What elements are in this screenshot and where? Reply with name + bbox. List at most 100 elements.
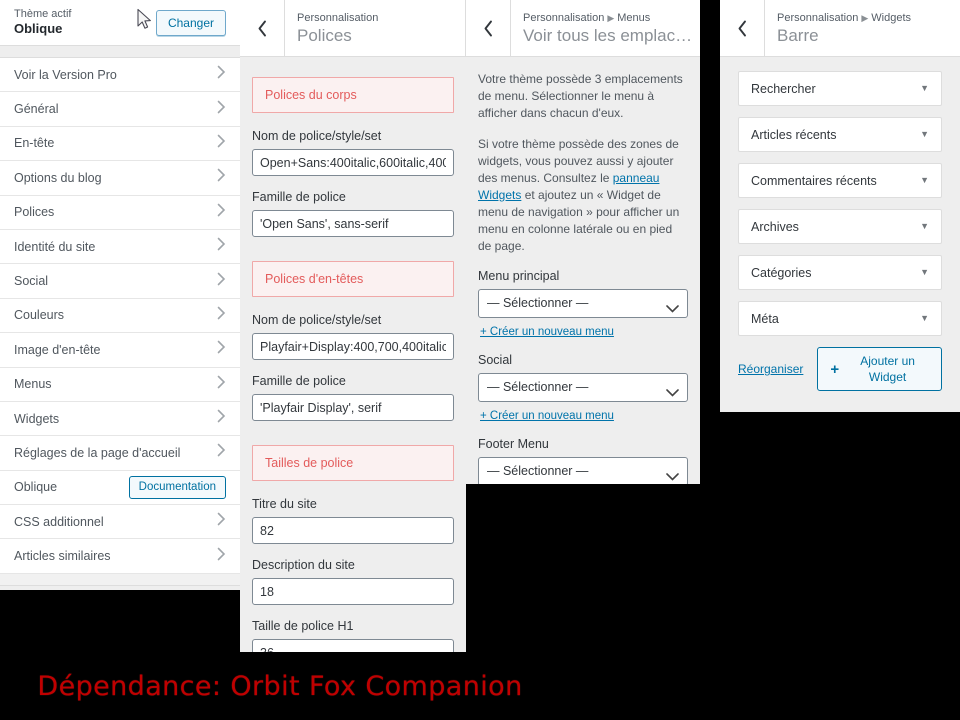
menu-select-wrapper: — Sélectionner — bbox=[478, 289, 688, 318]
polices-panel-header: Personnalisation Polices bbox=[240, 0, 466, 57]
add-widget-label: Ajouter un Widget bbox=[860, 354, 915, 384]
field-label: Famille de police bbox=[252, 190, 346, 204]
body-font-family-input[interactable] bbox=[252, 210, 454, 237]
menu-location-group: Menu principal — Sélectionner — + Créer … bbox=[478, 269, 688, 353]
sidebar-item-en-tete[interactable]: En-tête bbox=[0, 127, 240, 162]
widget-label: Archives bbox=[751, 219, 799, 234]
caret-down-icon: ▼ bbox=[920, 129, 929, 139]
sidebar-item-voir-la-version-pro[interactable]: Voir la Version Pro bbox=[0, 58, 240, 93]
sidebar-item-label: Polices bbox=[14, 205, 55, 220]
widget-item-meta[interactable]: Méta ▼ bbox=[738, 301, 942, 336]
chevron-left-icon bbox=[257, 20, 268, 37]
field-label: Famille de police bbox=[252, 374, 346, 388]
breadcrumb: Personnalisation ▶ Widgets bbox=[777, 11, 911, 25]
chevron-left-icon bbox=[737, 20, 748, 37]
widget-item-categories[interactable]: Catégories ▼ bbox=[738, 255, 942, 290]
section-header-polices-du-corps[interactable]: Polices du corps bbox=[252, 77, 454, 113]
sidebar-item-label: Identité du site bbox=[14, 239, 96, 254]
widget-label: Commentaires récents bbox=[751, 173, 877, 188]
sidebar-item-label: Menus bbox=[14, 377, 52, 392]
heading-font-family-input[interactable] bbox=[252, 394, 454, 421]
chevron-left-icon bbox=[483, 20, 494, 37]
sidebar-item-reglages-de-la-page-d-accueil[interactable]: Réglages de la page d'accueil bbox=[0, 436, 240, 471]
active-theme-name: Oblique bbox=[14, 21, 63, 36]
widget-item-rechercher[interactable]: Rechercher ▼ bbox=[738, 71, 942, 106]
sidebar-item-label: Options du blog bbox=[14, 170, 102, 185]
chevron-right-icon bbox=[217, 306, 226, 325]
menus-panel-body: Votre thème possède 3 emplacements de me… bbox=[466, 57, 700, 484]
site-description-size-input[interactable] bbox=[252, 578, 454, 605]
sidebar-item-articles-similaires[interactable]: Articles similaires bbox=[0, 539, 240, 574]
sidebar-footer-strip bbox=[0, 573, 240, 586]
body-font-name-input[interactable] bbox=[252, 149, 454, 176]
caret-down-icon: ▼ bbox=[920, 267, 929, 277]
polices-panel: Personnalisation Polices Polices du corp… bbox=[240, 0, 466, 652]
h1-size-input[interactable] bbox=[252, 639, 454, 652]
menus-widgets-note: Si votre thème possède des zones de widg… bbox=[478, 136, 688, 255]
widgets-panel-body: Rechercher ▼ Articles récents ▼ Commenta… bbox=[720, 57, 960, 391]
change-theme-button[interactable]: Changer bbox=[155, 9, 226, 36]
sidebar-item-general[interactable]: Général bbox=[0, 92, 240, 127]
reorder-link[interactable]: Réorganiser bbox=[738, 362, 803, 376]
widget-item-articles-recents[interactable]: Articles récents ▼ bbox=[738, 117, 942, 152]
sidebar-item-css-additionnel[interactable]: CSS additionnel bbox=[0, 505, 240, 540]
field-group: Description du site bbox=[252, 558, 454, 619]
widget-item-archives[interactable]: Archives ▼ bbox=[738, 209, 942, 244]
section-header-tailles-de-police[interactable]: Tailles de police bbox=[252, 445, 454, 481]
footer-menu-select[interactable]: — Sélectionner — bbox=[478, 457, 688, 484]
widget-item-commentaires-recents[interactable]: Commentaires récents ▼ bbox=[738, 163, 942, 198]
sidebar-item-polices[interactable]: Polices bbox=[0, 196, 240, 230]
chevron-right-icon bbox=[217, 547, 226, 566]
sidebar-item-oblique[interactable]: Oblique Documentation bbox=[0, 471, 240, 506]
menus-panel-header: Personnalisation ▶ Menus Voir tous les emp… bbox=[466, 0, 700, 57]
field-group: Nom de police/style/set bbox=[252, 313, 454, 374]
sidebar-item-widgets[interactable]: Widgets bbox=[0, 402, 240, 437]
widgets-back-button[interactable] bbox=[720, 0, 765, 56]
sidebar-item-image-d-en-tete[interactable]: Image d'en-tête bbox=[0, 333, 240, 368]
polices-back-button[interactable] bbox=[240, 0, 285, 56]
heading-font-name-input[interactable] bbox=[252, 333, 454, 360]
widget-label: Rechercher bbox=[751, 81, 816, 96]
menu-select-wrapper: — Sélectionner — bbox=[478, 457, 688, 484]
active-theme-bar: Thème actif Oblique Changer bbox=[0, 0, 240, 46]
menus-header-text: Personnalisation ▶ Menus Voir tous les emp… bbox=[511, 0, 700, 56]
sidebar-item-options-du-blog[interactable]: Options du blog bbox=[0, 161, 240, 196]
sidebar-item-menus[interactable]: Menus bbox=[0, 368, 240, 402]
chevron-right-icon bbox=[217, 237, 226, 256]
sidebar-item-label: Oblique bbox=[14, 480, 58, 495]
social-menu-select[interactable]: — Sélectionner — bbox=[478, 373, 688, 402]
chevron-right-icon bbox=[217, 203, 226, 222]
chevron-right-icon bbox=[217, 65, 226, 84]
caret-down-icon: ▼ bbox=[920, 313, 929, 323]
sidebar-item-identite-du-site[interactable]: Identité du site bbox=[0, 230, 240, 265]
site-title-size-input[interactable] bbox=[252, 517, 454, 544]
field-group: Famille de police bbox=[252, 374, 454, 435]
section-header-polices-d-en-tetes[interactable]: Polices d'en-têtes bbox=[252, 261, 454, 297]
breadcrumb-root: Personnalisation bbox=[777, 11, 859, 24]
chevron-right-icon bbox=[217, 168, 226, 187]
chevron-right-icon bbox=[217, 272, 226, 291]
field-label: Taille de police H1 bbox=[252, 619, 354, 633]
menu-select-wrapper: — Sélectionner — bbox=[478, 373, 688, 402]
field-label: Description du site bbox=[252, 558, 355, 572]
breadcrumb-separator-icon: ▶ bbox=[861, 12, 869, 23]
menus-intro-text: Votre thème possède 3 emplacements de me… bbox=[478, 72, 683, 120]
documentation-button[interactable]: Documentation bbox=[128, 475, 226, 499]
chevron-right-icon bbox=[217, 340, 226, 359]
active-theme-label: Thème actif bbox=[14, 8, 72, 20]
sidebar-item-social[interactable]: Social bbox=[0, 264, 240, 299]
widgets-panel: Personnalisation ▶ Widgets Barre Recherche… bbox=[720, 0, 960, 412]
chevron-right-icon bbox=[217, 409, 226, 428]
field-label: Nom de police/style/set bbox=[252, 129, 382, 143]
sidebar-item-couleurs[interactable]: Couleurs bbox=[0, 299, 240, 334]
widgets-actions: Réorganiser + Ajouter un Widget bbox=[738, 347, 942, 391]
widget-label: Articles récents bbox=[751, 127, 837, 142]
field-group: Nom de police/style/set bbox=[252, 129, 454, 190]
menus-back-button[interactable] bbox=[466, 0, 511, 56]
create-new-menu-link[interactable]: + Créer un nouveau menu bbox=[480, 410, 614, 422]
widget-label: Catégories bbox=[751, 265, 812, 280]
sidebar-item-label: Articles similaires bbox=[14, 549, 111, 564]
add-widget-button[interactable]: + Ajouter un Widget bbox=[817, 347, 942, 391]
create-new-menu-link[interactable]: + Créer un nouveau menu bbox=[480, 326, 614, 338]
menu-principal-select[interactable]: — Sélectionner — bbox=[478, 289, 688, 318]
